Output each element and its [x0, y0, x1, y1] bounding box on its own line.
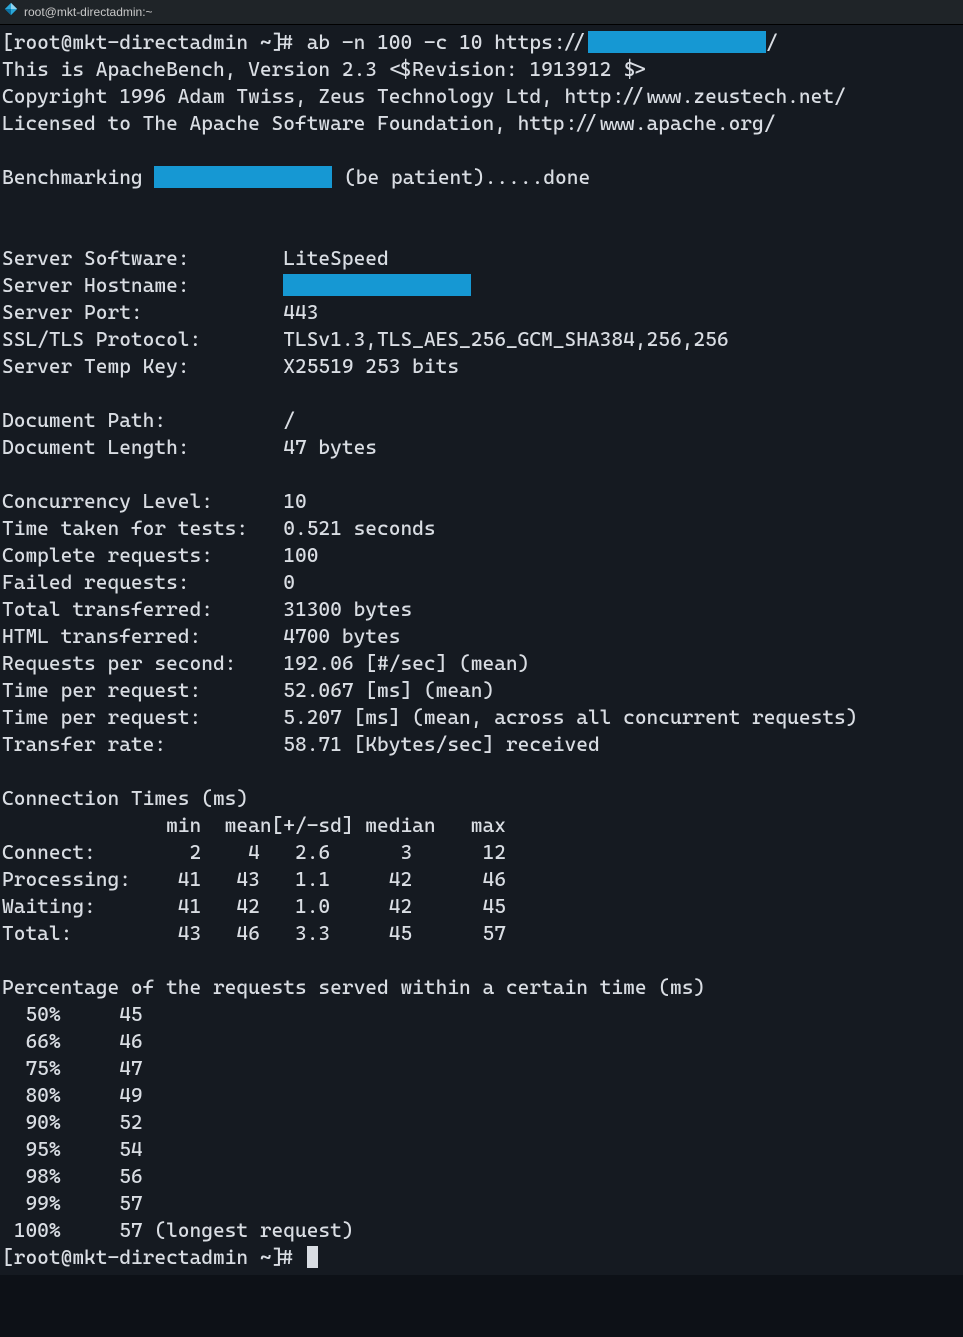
kv-requests-per-second: Requests per second: 192.06 [#/sec] (mea…	[2, 651, 529, 675]
kv-server-temp-key: Server Temp Key: X25519 253 bits	[2, 354, 459, 378]
pct-row-98: 98% 56	[2, 1164, 143, 1188]
pct-row-66: 66% 46	[2, 1029, 143, 1053]
kv-total-transferred: Total transferred: 31300 bytes	[2, 597, 412, 621]
shell-prompt: [root@mkt-directadmin ~]#	[2, 30, 307, 54]
kv-document-length: Document Length: 47 bytes	[2, 435, 377, 459]
redacted-host-bench	[154, 166, 332, 188]
kv-document-path: Document Path: /	[2, 408, 295, 432]
shell-prompt-end: [root@mkt-directadmin ~]#	[2, 1245, 307, 1269]
ct-header: min mean[+/-sd] median max	[2, 813, 506, 837]
terminal-output[interactable]: [root@mkt-directadmin ~]# ab -n 100 -c 1…	[0, 25, 963, 1275]
kv-server-software: Server Software: LiteSpeed	[2, 246, 389, 270]
window-title: root@mkt-directadmin:~	[24, 0, 153, 24]
kv-time-per-request-2: Time per request: 5.207 [ms] (mean, acro…	[2, 705, 857, 729]
window-titlebar: root@mkt-directadmin:~	[0, 0, 963, 25]
pct-row-75: 75% 47	[2, 1056, 143, 1080]
ct-row-waiting: Waiting: 41 42 1.0 42 45	[2, 894, 506, 918]
pct-title: Percentage of the requests served within…	[2, 975, 705, 999]
pct-row-50: 50% 45	[2, 1002, 143, 1026]
cursor	[307, 1246, 318, 1268]
kv-failed-requests: Failed requests: 0	[2, 570, 295, 594]
app-icon	[4, 0, 18, 24]
ab-license: Licensed to The Apache Software Foundati…	[2, 111, 775, 135]
benchmarking-pre: Benchmarking	[2, 165, 154, 189]
redacted-hostname	[283, 274, 471, 296]
kv-complete-requests: Complete requests: 100	[2, 543, 318, 567]
pct-row-99: 99% 57	[2, 1191, 143, 1215]
kv-server-hostname: Server Hostname:	[2, 273, 283, 297]
ab-copyright: Copyright 1996 Adam Twiss, Zeus Technolo…	[2, 84, 846, 108]
ct-title: Connection Times (ms)	[2, 786, 248, 810]
ab-version: This is ApacheBench, Version 2.3 <$Revis…	[2, 57, 647, 81]
ct-row-total: Total: 43 46 3.3 45 57	[2, 921, 506, 945]
kv-server-port: Server Port: 443	[2, 300, 318, 324]
kv-transfer-rate: Transfer rate: 58.71 [Kbytes/sec] receiv…	[2, 732, 600, 756]
ct-row-connect: Connect: 2 4 2.6 3 12	[2, 840, 506, 864]
pct-row-100: 100% 57 (longest request)	[2, 1218, 354, 1242]
kv-ssl-protocol: SSL/TLS Protocol: TLSv1.3,TLS_AES_256_GC…	[2, 327, 729, 351]
command-part2: /	[766, 30, 778, 54]
pct-row-80: 80% 49	[2, 1083, 143, 1107]
kv-time-taken: Time taken for tests: 0.521 seconds	[2, 516, 436, 540]
command-part1: ab -n 100 -c 10 https://	[307, 30, 588, 54]
kv-concurrency-level: Concurrency Level: 10	[2, 489, 307, 513]
pct-row-95: 95% 54	[2, 1137, 143, 1161]
kv-html-transferred: HTML transferred: 4700 bytes	[2, 624, 400, 648]
pct-row-90: 90% 52	[2, 1110, 143, 1134]
redacted-url	[588, 31, 766, 53]
kv-time-per-request-1: Time per request: 52.067 [ms] (mean)	[2, 678, 494, 702]
benchmarking-post: (be patient).....done	[332, 165, 590, 189]
ct-row-processing: Processing: 41 43 1.1 42 46	[2, 867, 506, 891]
